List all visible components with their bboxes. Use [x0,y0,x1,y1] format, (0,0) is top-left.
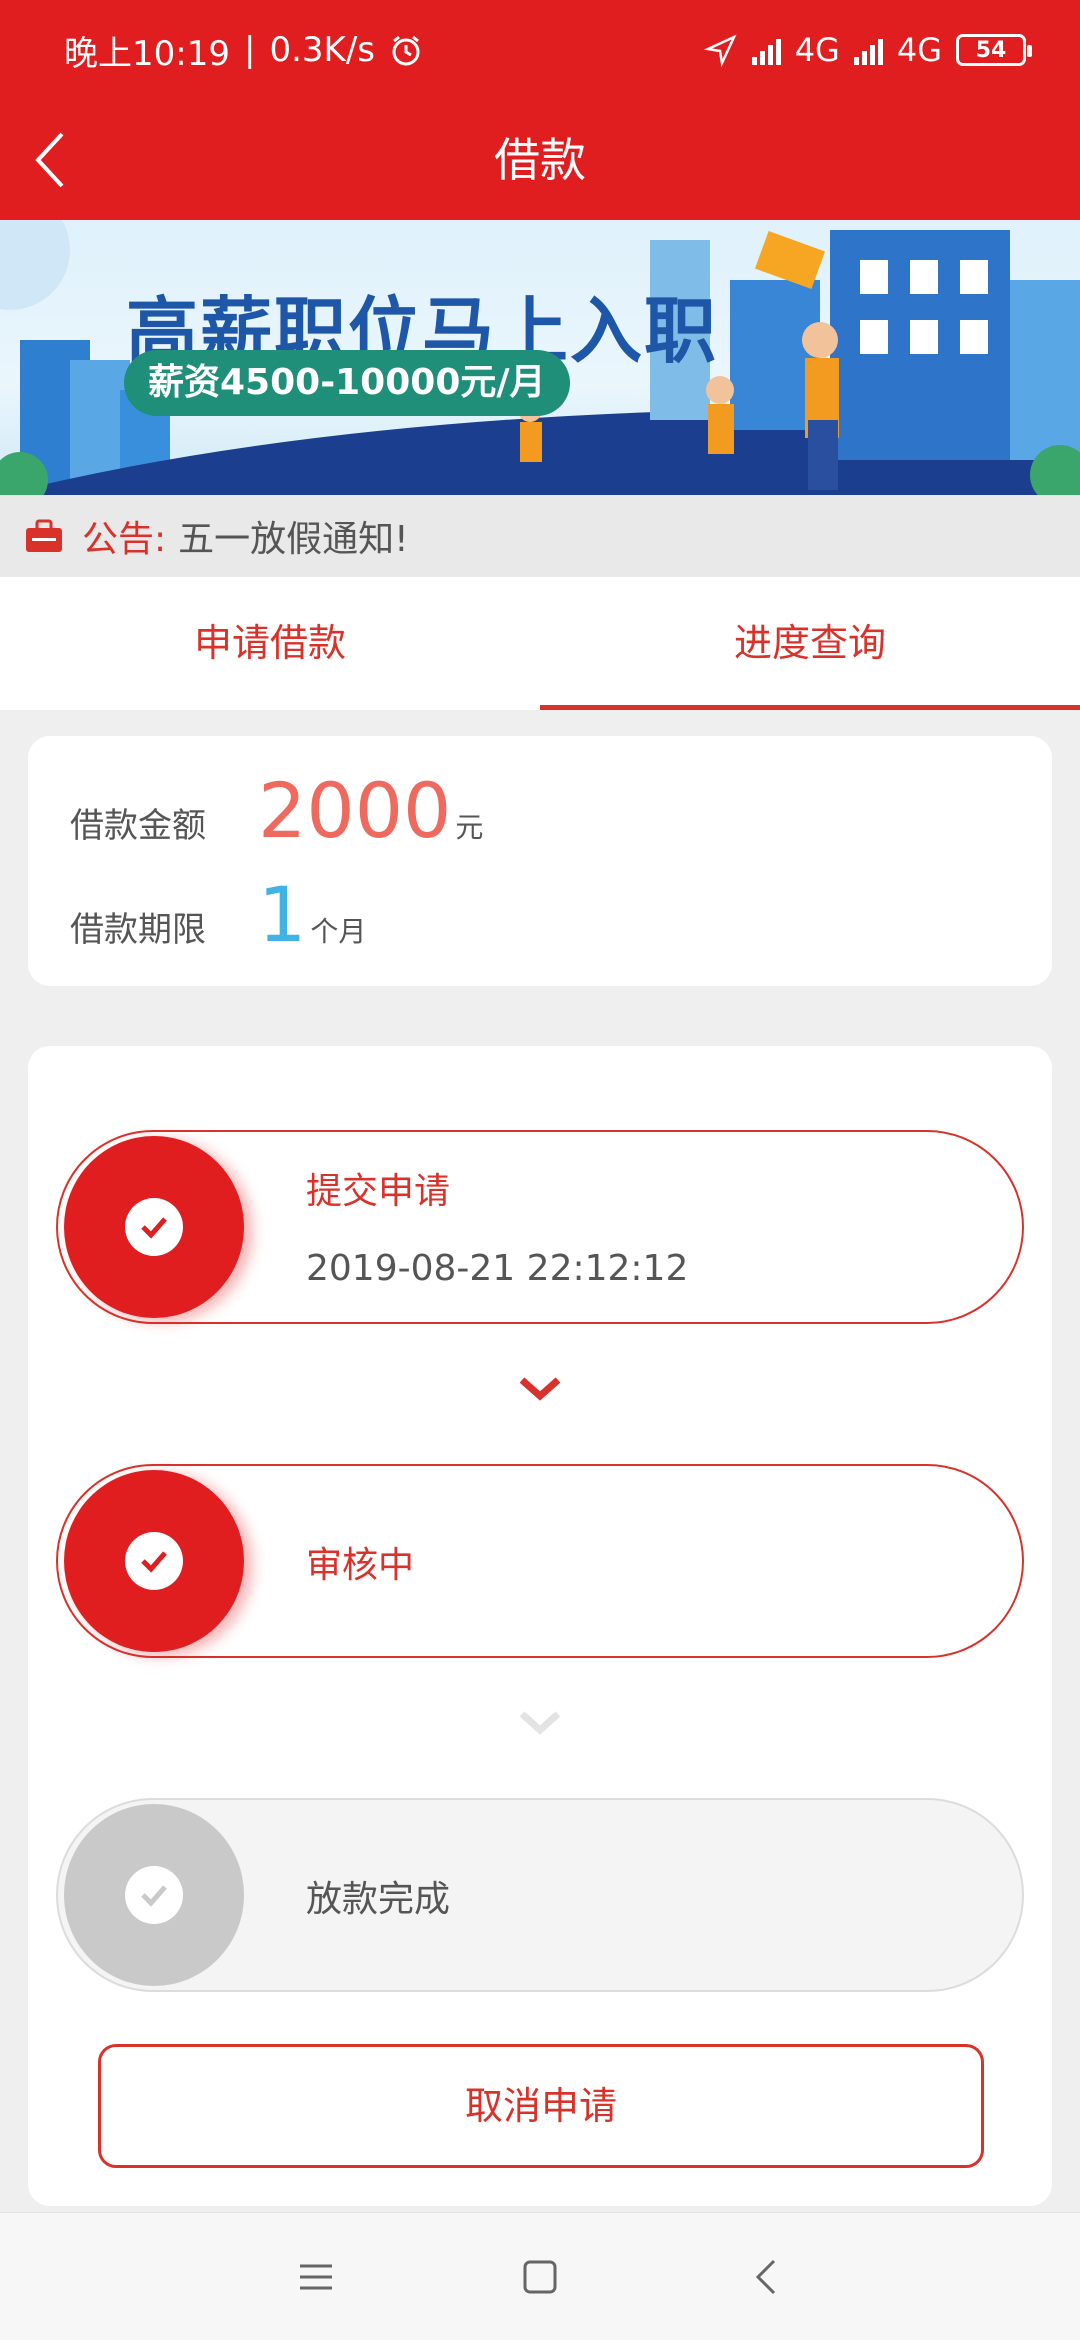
notice-label: 公告: [82,519,167,560]
page-title: 借款 [494,133,586,187]
check-icon [125,1866,183,1924]
step-loan-disbursed: 放款完成 [56,1798,1024,1992]
app-header: 借款 [0,100,1080,220]
network-type-1: 4G [794,31,840,69]
menu-icon[interactable] [292,2253,340,2301]
check-icon [125,1198,183,1256]
battery-level: 54 [975,37,1007,63]
screen: 晚上10:19 | 0.3K/s 4G 4G 54 借款 高薪职位马上入职 薪资… [0,0,1080,2340]
status-time: 晚上10:19 [64,33,230,74]
banner-subtitle: 薪资4500-10000元/月 [124,350,570,416]
check-icon [125,1532,183,1590]
status-right: 4G 4G 54 [703,31,1032,69]
home-icon[interactable] [516,2253,564,2301]
signal-icon-2 [853,35,883,65]
loan-summary-card: 借款金额 2000 元 借款期限 1 个月 [28,736,1052,986]
network-type-2: 4G [896,31,942,69]
loan-term-unit: 个月 [310,915,367,948]
step-title: 放款完成 [306,1879,451,1920]
step-submit-application: 提交申请 2019-08-21 22:12:12 [56,1130,1024,1324]
step-title: 审核中 [306,1545,415,1586]
cancel-application-button[interactable]: 取消申请 [98,2044,984,2168]
notice-bar[interactable]: 公告: 五一放假通知! [0,495,1080,577]
step-status-circle [64,1136,244,1318]
progress-card: 提交申请 2019-08-21 22:12:12 审核中 放款完成 取消申请 [28,1046,1052,2206]
battery-icon: 54 [956,34,1032,66]
status-left: 晚上10:19 | 0.3K/s [64,26,423,75]
back-icon[interactable] [744,2253,792,2301]
status-bar: 晚上10:19 | 0.3K/s 4G 4G 54 [0,0,1080,100]
signal-icon [751,35,781,65]
status-speed: 0.3K/s [269,30,375,70]
location-icon [703,34,737,67]
loan-amount-value: 2000 [258,766,452,855]
promo-banner[interactable]: 高薪职位马上入职 薪资4500-10000元/月 [0,220,1080,495]
step-status-circle [64,1470,244,1652]
loan-term-value: 1 [258,870,307,959]
chevron-down-icon [519,1377,561,1401]
notice-text: 五一放假通知! [178,519,409,560]
loan-term-row: 借款期限 1 个月 [70,870,366,959]
alarm-icon [392,35,420,66]
loan-amount-row: 借款金额 2000 元 [70,766,483,855]
step-under-review: 审核中 [56,1464,1024,1658]
tab-progress-query[interactable]: 进度查询 [540,577,1080,710]
loan-amount-label: 借款金额 [70,806,206,846]
loan-amount-unit: 元 [455,811,484,844]
system-nav-bar [0,2212,1080,2340]
loan-term-label: 借款期限 [70,910,206,950]
step-title: 提交申请 [306,1171,451,1212]
chevron-down-icon-pending [519,1711,561,1735]
step-status-circle [64,1804,244,1986]
tab-bar: 申请借款 进度查询 [0,577,1080,710]
step-time: 2019-08-21 22:12:12 [306,1248,689,1289]
status-separator: | [243,30,256,70]
notice-bag-icon [26,519,62,552]
tab-apply-loan[interactable]: 申请借款 [0,577,540,710]
